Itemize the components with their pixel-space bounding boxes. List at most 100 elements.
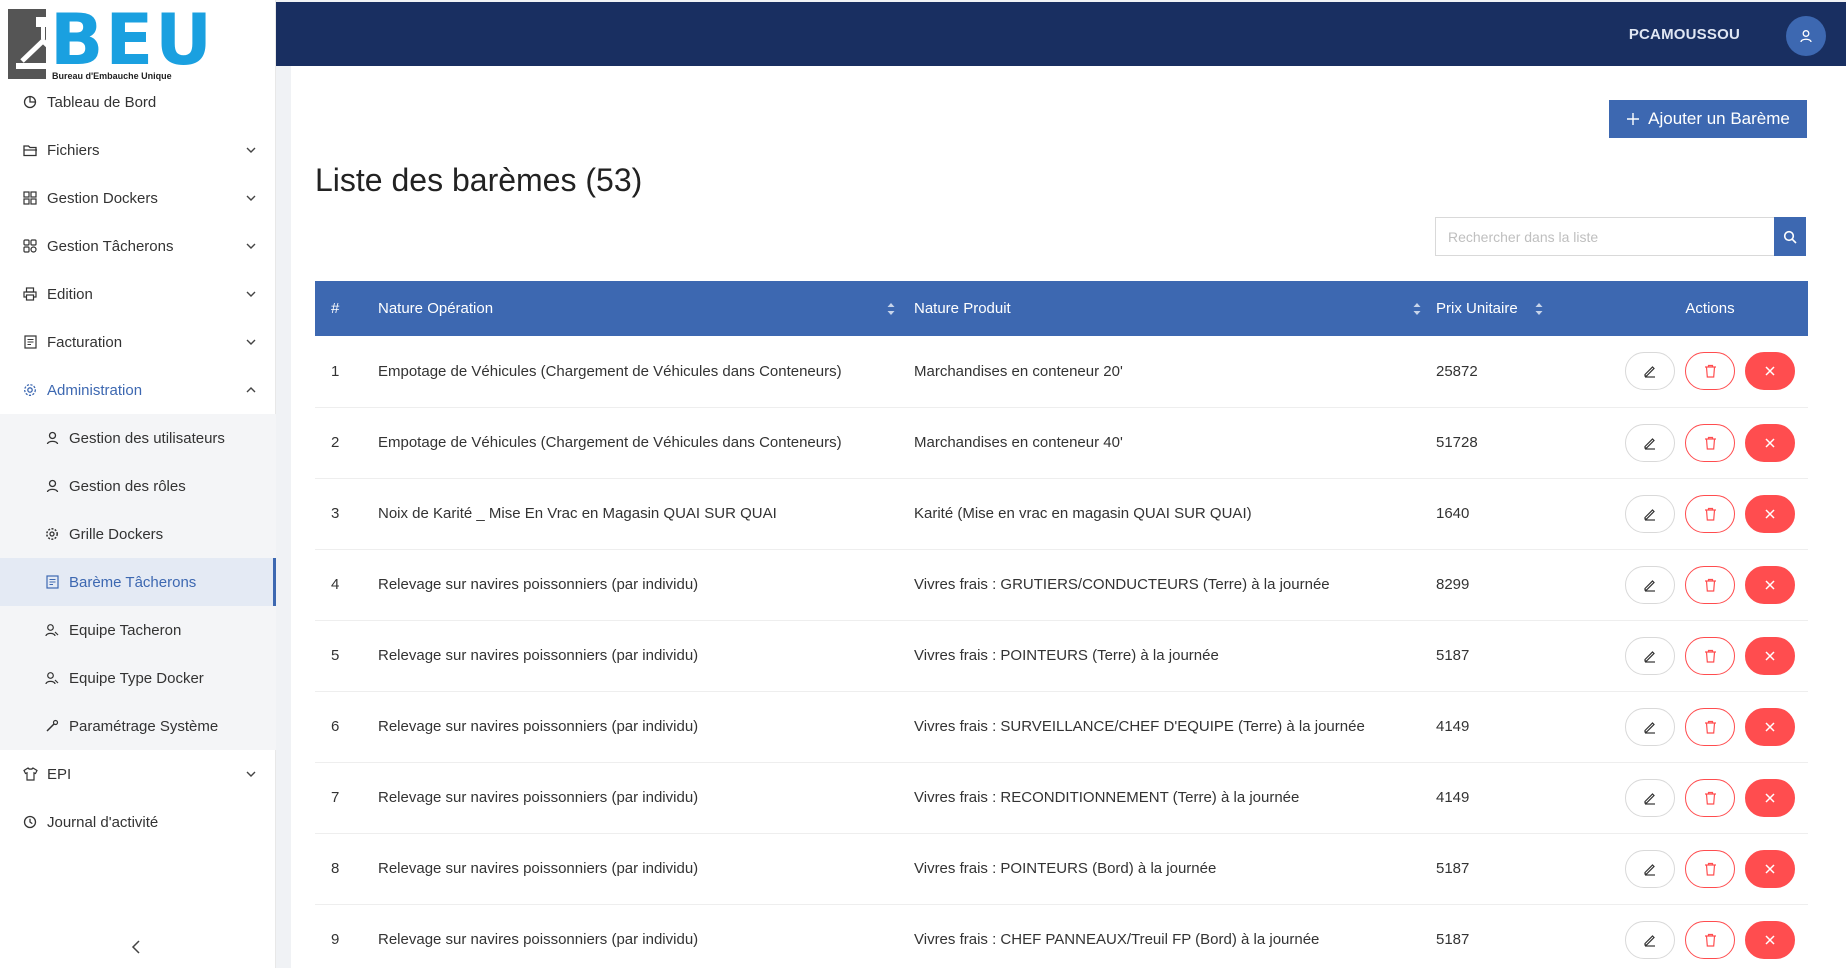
delete-button[interactable] (1685, 778, 1735, 817)
avatar[interactable] (1786, 16, 1826, 56)
close-icon (1765, 650, 1775, 661)
sidebar-item-administration[interactable]: Administration (0, 366, 276, 414)
search-button[interactable] (1774, 217, 1806, 256)
sidebar-item-label: Facturation (47, 333, 123, 351)
user-icon (44, 430, 60, 446)
cancel-button[interactable] (1745, 920, 1795, 959)
sidebar-item-gestion-utilisateurs[interactable]: Gestion des utilisateurs (0, 414, 276, 462)
cancel-button[interactable] (1745, 636, 1795, 675)
search-bar (1435, 217, 1806, 256)
nature-produit-cell: Vivres frais : POINTEURS (Bord) à la jou… (914, 860, 1217, 877)
sidebar-item-facturation[interactable]: Facturation (0, 318, 276, 366)
sidebar-item-gestion-tacherons[interactable]: Gestion Tâcherons (0, 222, 276, 270)
sidebar-item-equipe-tacheron[interactable]: Equipe Tacheron (0, 606, 276, 654)
main-content: Ajouter un Barème Liste des barèmes (53)… (291, 66, 1846, 968)
search-input[interactable] (1435, 217, 1774, 256)
prix-unitaire-cell: 4149 (1436, 718, 1470, 735)
trash-icon (1704, 862, 1716, 876)
edit-button[interactable] (1625, 494, 1675, 533)
add-bareme-button[interactable]: Ajouter un Barème (1609, 100, 1807, 138)
edit-button[interactable] (1625, 778, 1675, 817)
sidebar-item-label: Gestion Dockers (47, 189, 158, 207)
nature-operation-cell: Relevage sur navires poissonniers (par i… (378, 576, 699, 593)
close-icon (1765, 508, 1775, 519)
nature-operation-cell: Relevage sur navires poissonniers (par i… (378, 789, 699, 806)
sidebar-item-label: Grille Dockers (69, 525, 164, 543)
cancel-button[interactable] (1745, 352, 1795, 391)
close-icon (1765, 792, 1775, 803)
column-header-nature-operation[interactable]: Nature Opération (378, 281, 914, 336)
edit-button[interactable] (1625, 707, 1675, 746)
edit-button[interactable] (1625, 920, 1675, 959)
row-number: 3 (331, 505, 340, 522)
sidebar-item-tableau-de-bord[interactable]: Tableau de Bord (0, 78, 276, 126)
row-number: 8 (331, 860, 340, 877)
close-icon (1765, 579, 1775, 590)
close-icon (1765, 437, 1775, 448)
delete-button[interactable] (1685, 920, 1735, 959)
table-row: 6 Relevage sur navires poissonniers (par … (315, 691, 1808, 762)
delete-button[interactable] (1685, 423, 1735, 462)
table-row: 7 Relevage sur navires poissonniers (par … (315, 762, 1808, 833)
sidebar-item-label: Administration (47, 381, 143, 399)
nature-produit-cell: Karité (Mise en vrac en magasin QUAI SUR… (914, 505, 1252, 522)
sidebar-item-label: Tableau de Bord (47, 93, 157, 111)
delete-button[interactable] (1685, 494, 1735, 533)
column-header-label: Nature Opération (378, 300, 494, 317)
column-header-nature-produit[interactable]: Nature Produit (914, 281, 1436, 336)
printer-icon (22, 286, 38, 302)
sidebar-item-grille-dockers[interactable]: Grille Dockers (0, 510, 276, 558)
user-name[interactable]: PCAMOUSSOU (1629, 26, 1740, 43)
trash-icon (1704, 649, 1716, 663)
sort-icon[interactable] (886, 301, 896, 317)
delete-button[interactable] (1685, 849, 1735, 888)
prix-unitaire-cell: 25872 (1436, 362, 1478, 380)
edit-button[interactable] (1625, 849, 1675, 888)
nature-produit-cell: Vivres frais : CHEF PANNEAUX/Treuil FP (… (914, 931, 1320, 948)
table-row: 9 Relevage sur navires poissonniers (par … (315, 904, 1808, 968)
delete-button[interactable] (1685, 707, 1735, 746)
edit-button[interactable] (1625, 565, 1675, 604)
cancel-button[interactable] (1745, 423, 1795, 462)
cancel-button[interactable] (1745, 565, 1795, 604)
actions-cell (1612, 833, 1808, 904)
row-number: 5 (331, 647, 340, 664)
cancel-button[interactable] (1745, 494, 1795, 533)
trash-icon (1704, 933, 1716, 947)
sidebar-item-bareme-tacherons[interactable]: Barème Tâcherons (0, 558, 276, 606)
cancel-button[interactable] (1745, 778, 1795, 817)
table-row: 2 Empotage de Véhicules (Chargement de Vé… (315, 407, 1808, 478)
search-icon (1783, 230, 1797, 244)
edit-button[interactable] (1625, 636, 1675, 675)
sidebar-item-edition[interactable]: Edition (0, 270, 276, 318)
sort-icon[interactable] (1412, 301, 1422, 317)
nature-operation-cell: Relevage sur navires poissonniers (par i… (378, 647, 699, 664)
column-header-label: Nature Produit (914, 300, 1011, 317)
sidebar-item-parametrage-systeme[interactable]: Paramétrage Système (0, 702, 276, 750)
cancel-button[interactable] (1745, 707, 1795, 746)
prix-unitaire-cell: 8299 (1436, 576, 1470, 593)
edit-icon (1644, 508, 1655, 521)
sidebar-item-label: Barème Tâcherons (69, 573, 197, 591)
column-header-prix-unitaire[interactable]: Prix Unitaire (1436, 281, 1612, 336)
nature-operation-cell: Noix de Karité _ Mise En Vrac en Magasin… (378, 505, 777, 522)
sidebar-item-label: Fichiers (47, 141, 100, 159)
collapse-sidebar-icon[interactable] (128, 938, 146, 956)
sidebar-item-label: Gestion des rôles (69, 477, 186, 495)
delete-button[interactable] (1685, 565, 1735, 604)
sidebar-item-equipe-type-docker[interactable]: Equipe Type Docker (0, 654, 276, 702)
cancel-button[interactable] (1745, 849, 1795, 888)
sort-icon[interactable] (1534, 301, 1544, 317)
nature-produit-cell: Marchandises en conteneur 20' (914, 362, 1123, 380)
sidebar-item-gestion-dockers[interactable]: Gestion Dockers (0, 174, 276, 222)
sidebar-item-fichiers[interactable]: Fichiers (0, 126, 276, 174)
page-title: Liste des barèmes (53) (315, 162, 643, 198)
sidebar-item-journal-activite[interactable]: Journal d'activité (0, 798, 276, 846)
edit-button[interactable] (1625, 423, 1675, 462)
sidebar-item-gestion-roles[interactable]: Gestion des rôles (0, 462, 276, 510)
edit-button[interactable] (1625, 352, 1675, 391)
delete-button[interactable] (1685, 636, 1735, 675)
shirt-icon (22, 766, 38, 782)
sidebar-item-epi[interactable]: EPI (0, 750, 276, 798)
delete-button[interactable] (1685, 352, 1735, 391)
